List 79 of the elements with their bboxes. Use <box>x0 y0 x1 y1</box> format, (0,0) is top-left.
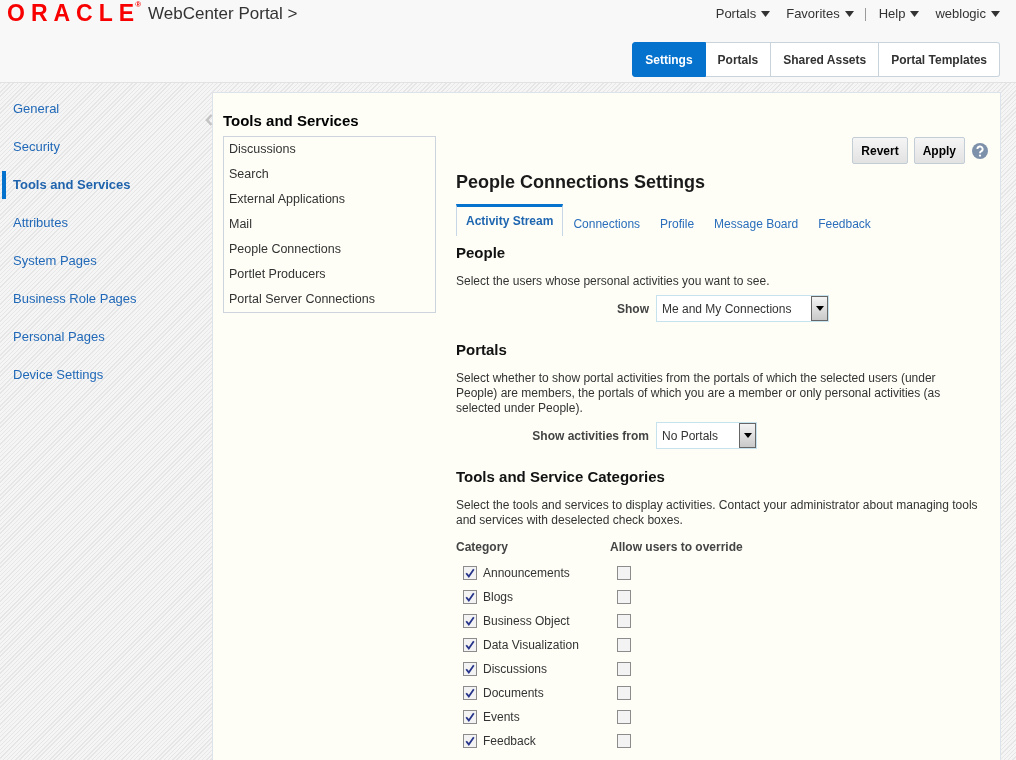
caret-icon <box>910 11 920 17</box>
category-label: Feedback <box>483 734 536 748</box>
section-description: Select the tools and services to display activities. Contact your administrator about managing tools and services with deselected check boxes. <box>456 498 979 528</box>
caret-icon <box>991 11 1000 17</box>
action-button[interactable]: Apply <box>913 137 965 164</box>
select-field[interactable]: No Portals <box>656 422 757 449</box>
checkbox[interactable] <box>463 734 477 748</box>
section-heading: Portals <box>456 340 508 360</box>
checkbox[interactable] <box>463 638 477 652</box>
caret-icon <box>743 433 752 438</box>
menu-button[interactable]: weblogic <box>935 5 1000 23</box>
sidebar-item[interactable]: Personal Pages <box>2 323 105 351</box>
checkbox[interactable] <box>617 638 631 652</box>
caret-icon <box>815 306 824 311</box>
checkbox[interactable] <box>463 662 477 676</box>
category-label: Discussions <box>483 662 548 676</box>
menu-button[interactable]: Portals <box>715 5 771 23</box>
checkbox[interactable] <box>463 566 477 580</box>
content-tab[interactable]: Message Board <box>704 204 809 236</box>
content-tab[interactable]: Activity Stream <box>456 204 564 236</box>
list-item[interactable]: Search <box>224 162 435 187</box>
category-label: Documents <box>483 686 544 700</box>
checkbox[interactable] <box>617 710 631 724</box>
content-tab[interactable]: Connections <box>563 204 651 236</box>
nav-tab[interactable]: Portal Templates <box>879 42 1000 77</box>
category-label: Business Object <box>483 614 570 628</box>
category-label: Blogs <box>483 590 514 604</box>
sidebar-item[interactable]: Device Settings <box>2 361 104 389</box>
list-item[interactable]: Portal Server Connections <box>224 287 435 312</box>
checkbox[interactable] <box>617 566 631 580</box>
column-header: Allow users to override <box>610 539 743 556</box>
dropdown-button[interactable] <box>811 296 828 321</box>
section-title: Tools and Services <box>223 111 360 131</box>
list-item[interactable]: Discussions <box>224 137 435 162</box>
checkbox[interactable] <box>617 734 631 748</box>
category-label: Events <box>483 710 520 724</box>
checkbox[interactable] <box>463 590 477 604</box>
field-label: Show <box>616 301 650 316</box>
sidebar-item[interactable]: General <box>2 95 60 123</box>
product-breadcrumb[interactable]: WebCenter Portal > <box>148 3 298 25</box>
section-description: Select whether to show portal activities from the portals of which the selected users (under People) are members, the portals of which you are a member or only personal activities (as selected under People). <box>456 371 942 416</box>
page-title: People Connections Settings <box>456 171 707 193</box>
dropdown-button[interactable] <box>739 423 756 448</box>
action-button[interactable]: Revert <box>852 137 908 164</box>
checkbox[interactable] <box>463 710 477 724</box>
list-item[interactable]: Mail <box>224 212 435 237</box>
nav-tab[interactable]: Settings <box>632 42 706 77</box>
oracle-logo: ORACLE$^{®}$ <box>7 1 142 25</box>
content-tab[interactable]: Feedback <box>808 204 881 236</box>
checkbox[interactable] <box>463 686 477 700</box>
checkbox[interactable] <box>617 686 631 700</box>
menu-button[interactable]: Help <box>878 5 920 23</box>
help-icon[interactable] <box>972 142 988 159</box>
checkbox[interactable] <box>617 662 631 676</box>
category-label: Announcements <box>483 566 570 580</box>
list-item[interactable]: Portlet Producers <box>224 262 435 287</box>
select-field[interactable]: Me and My Connections <box>656 295 829 322</box>
nav-tab[interactable]: Portals <box>705 42 772 77</box>
list-item[interactable]: External Applications <box>224 187 435 212</box>
column-header: Category <box>456 539 509 556</box>
list-item[interactable]: People Connections <box>224 237 435 262</box>
sidebar-item[interactable]: Attributes <box>2 209 68 237</box>
checkbox[interactable] <box>617 614 631 628</box>
checkbox[interactable] <box>463 614 477 628</box>
caret-icon <box>761 11 771 17</box>
section-heading: Tools and Service Categories <box>456 467 666 487</box>
menu-button[interactable]: Favorites <box>786 5 854 23</box>
caret-icon <box>844 11 854 17</box>
nav-tab[interactable]: Shared Assets <box>771 42 880 77</box>
content-tab[interactable]: Profile <box>650 204 705 236</box>
sidebar-item[interactable]: Security <box>2 133 60 161</box>
sidebar-item[interactable]: System Pages <box>2 247 97 275</box>
section-heading: People <box>456 243 507 263</box>
section-description: Select the users whose personal activities you want to see. <box>456 274 771 289</box>
checkbox[interactable] <box>617 590 631 604</box>
sidebar-item[interactable]: Tools and Services <box>2 171 131 199</box>
field-label: Show activities from <box>531 428 650 443</box>
category-label: Data Visualization <box>483 638 579 652</box>
sidebar-item[interactable]: Business Role Pages <box>2 285 137 313</box>
